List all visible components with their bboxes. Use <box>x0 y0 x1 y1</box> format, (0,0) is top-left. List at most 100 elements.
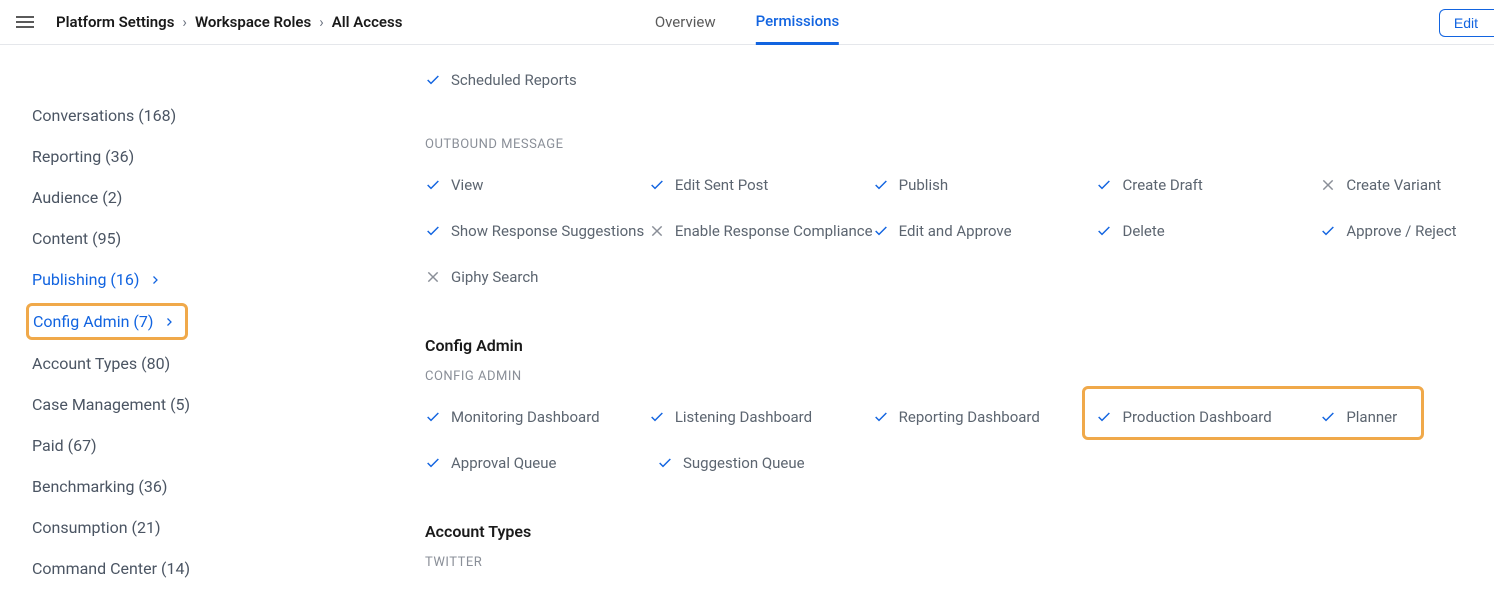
main-content: Scheduled Reports OUTBOUND MESSAGE View … <box>360 45 1494 586</box>
check-icon <box>425 455 441 471</box>
check-icon <box>657 455 673 471</box>
check-icon <box>1320 409 1336 425</box>
permission-item: Giphy Search <box>425 260 657 294</box>
check-icon <box>649 177 665 193</box>
permission-label: Suggestion Queue <box>683 454 805 472</box>
permission-label: Production Dashboard <box>1122 408 1271 426</box>
sidebar-item-label: Config Admin (7) <box>33 312 153 331</box>
x-icon <box>1320 177 1336 193</box>
chevron-right-icon: › <box>182 13 187 31</box>
sidebar-item[interactable]: Account Types (80) <box>32 343 360 384</box>
permission-label: Enable Response Compliance <box>675 222 873 240</box>
permission-label: Monitoring Dashboard <box>451 408 600 426</box>
permission-label: Giphy Search <box>451 268 538 286</box>
sidebar-item-label: Conversations (168) <box>32 106 176 125</box>
sidebar-item-label: Account Types (80) <box>32 354 170 373</box>
permission-item: Production Dashboard <box>1096 400 1320 434</box>
permission-item: Edit Sent Post <box>649 168 873 202</box>
permission-item: Edit and Approve <box>873 214 1097 248</box>
sidebar-item[interactable]: Audience (2) <box>32 177 360 218</box>
permission-item: View <box>425 168 649 202</box>
check-icon <box>1096 223 1112 239</box>
permission-item: Approval Queue <box>425 446 657 480</box>
breadcrumb-item[interactable]: Workspace Roles <box>195 13 311 31</box>
sidebar-item-label: Publishing (16) <box>32 270 139 289</box>
permission-item: Create Draft <box>1096 168 1320 202</box>
check-icon <box>873 409 889 425</box>
permission-label: Reporting Dashboard <box>899 408 1040 426</box>
sidebar-item-label: Audience (2) <box>32 188 122 207</box>
permission-item: Scheduled Reports <box>425 63 1494 97</box>
permission-label: Show Response Suggestions <box>451 222 644 240</box>
permission-item: Suggestion Queue <box>657 446 889 480</box>
check-icon <box>425 223 441 239</box>
permission-label: Delete <box>1122 222 1164 240</box>
permission-label: View <box>451 176 483 194</box>
permission-label: Scheduled Reports <box>451 71 577 89</box>
permission-item: Publish <box>873 168 1097 202</box>
edit-button[interactable]: Edit <box>1439 9 1494 37</box>
permission-label: Edit and Approve <box>899 222 1012 240</box>
permission-label: Create Draft <box>1122 176 1202 194</box>
check-icon <box>425 72 441 88</box>
sidebar-item[interactable]: Case Management (5) <box>32 384 360 425</box>
check-icon <box>425 177 441 193</box>
chevron-right-icon: › <box>319 13 324 31</box>
hamburger-menu-icon[interactable] <box>16 12 36 32</box>
breadcrumb-item[interactable]: Platform Settings <box>56 13 174 31</box>
sidebar-item[interactable]: Consumption (21) <box>32 507 360 548</box>
permission-label: Listening Dashboard <box>675 408 812 426</box>
permission-item: Create Variant <box>1320 168 1494 202</box>
permission-item: Planner <box>1320 400 1494 434</box>
sidebar-item[interactable]: Paid (67) <box>32 425 360 466</box>
section-title: Account Types <box>425 522 1494 541</box>
tab-overview[interactable]: Overview <box>655 0 716 44</box>
permission-item: Reporting Dashboard <box>873 400 1097 434</box>
sidebar-item[interactable]: Reporting (36) <box>32 136 360 177</box>
breadcrumb-item[interactable]: All Access <box>332 13 403 31</box>
chevron-right-icon <box>163 316 175 328</box>
tab-permissions[interactable]: Permissions <box>756 1 840 45</box>
sidebar-item[interactable]: Content (95) <box>32 218 360 259</box>
permission-item: Enable Response Compliance <box>649 214 873 248</box>
sidebar-item-label: Content (95) <box>32 229 121 248</box>
sidebar-item[interactable]: Benchmarking (36) <box>32 466 360 507</box>
sidebar-item[interactable]: Conversations (168) <box>32 95 360 136</box>
sidebar-item-label: Reporting (36) <box>32 147 134 166</box>
permission-item: Show Response Suggestions <box>425 214 649 248</box>
sidebar-item-label: Command Center (14) <box>32 559 190 578</box>
sidebar-item-label: Case Management (5) <box>32 395 190 414</box>
check-icon <box>873 177 889 193</box>
permission-label: Publish <box>899 176 948 194</box>
check-icon <box>425 409 441 425</box>
check-icon <box>1320 223 1336 239</box>
check-icon <box>873 223 889 239</box>
sidebar-item-label: Benchmarking (36) <box>32 477 167 496</box>
sidebar: Conversations (168) Reporting (36) Audienc… <box>0 45 360 586</box>
permission-label: Approve / Reject <box>1346 222 1456 240</box>
x-icon <box>425 269 441 285</box>
section-header: TWITTER <box>425 555 1494 570</box>
sidebar-item[interactable]: Publishing (16) <box>32 259 360 300</box>
chevron-right-icon <box>149 274 161 286</box>
sidebar-item-label: Consumption (21) <box>32 518 161 537</box>
permission-item: Listening Dashboard <box>649 400 873 434</box>
sidebar-item-config-admin[interactable]: Config Admin (7) <box>26 303 188 340</box>
permission-item: Delete <box>1096 214 1320 248</box>
check-icon <box>649 409 665 425</box>
permission-label: Planner <box>1346 408 1397 426</box>
section-header: OUTBOUND MESSAGE <box>425 137 1494 152</box>
permission-label: Approval Queue <box>451 454 556 472</box>
check-icon <box>1096 409 1112 425</box>
sidebar-item[interactable]: Command Center (14) <box>32 548 360 589</box>
permission-item: Monitoring Dashboard <box>425 400 649 434</box>
breadcrumb: Platform Settings › Workspace Roles › Al… <box>56 13 402 31</box>
permission-label: Create Variant <box>1346 176 1441 194</box>
x-icon <box>649 223 665 239</box>
permission-item: Approve / Reject <box>1320 214 1494 248</box>
check-icon <box>1096 177 1112 193</box>
section-title: Config Admin <box>425 336 1494 355</box>
sidebar-item-label: Paid (67) <box>32 436 97 455</box>
permission-label: Edit Sent Post <box>675 176 768 194</box>
section-header: CONFIG ADMIN <box>425 369 1494 384</box>
